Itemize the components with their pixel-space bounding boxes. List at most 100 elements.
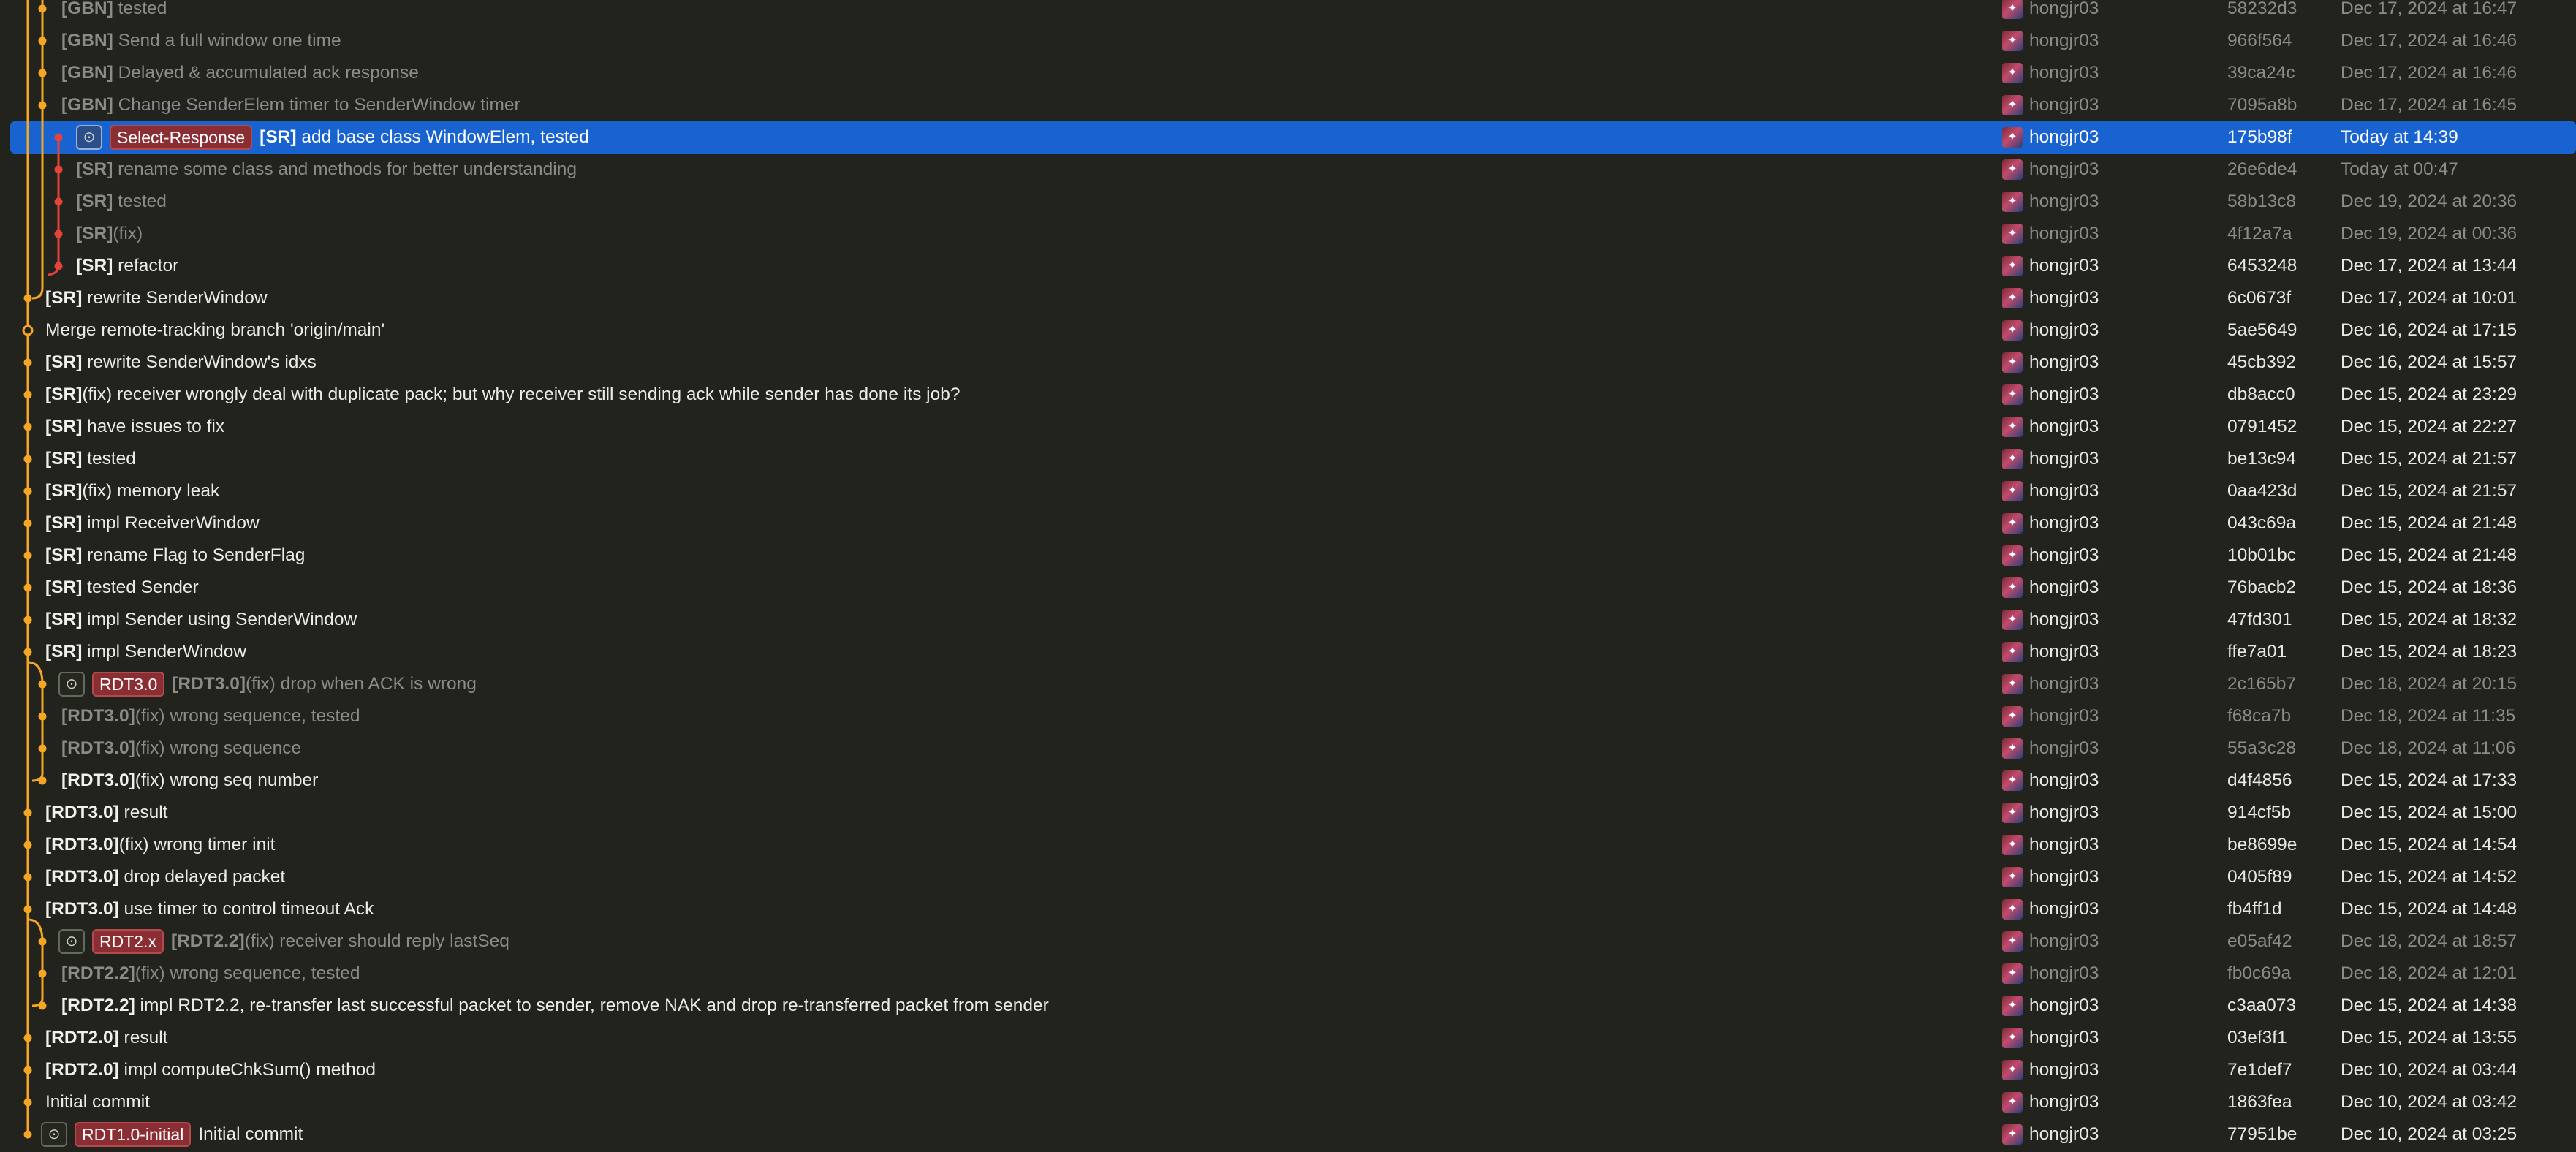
commit-hash[interactable]: 58232d3 bbox=[2227, 0, 2297, 25]
commit-hash[interactable]: 0aa423d bbox=[2227, 475, 2297, 507]
branch-label[interactable]: Select-Response bbox=[110, 125, 253, 150]
commit-hash[interactable]: ffe7a01 bbox=[2227, 636, 2287, 668]
commit-hash[interactable]: 03ef3f1 bbox=[2227, 1022, 2287, 1054]
commit-message-area: [RDT3.0](fix) wrong sequence, tested bbox=[61, 700, 360, 732]
commit-hash[interactable]: 10b01bc bbox=[2227, 539, 2296, 572]
commit-tag: [SR] bbox=[45, 417, 83, 436]
commit-date: Dec 18, 2024 at 11:06 bbox=[2341, 738, 2516, 758]
commit-tag: [SR] bbox=[76, 224, 113, 243]
commit-row[interactable]: [SR] impl ReceiverWindow ✦ hongjr03 043c69a… bbox=[0, 507, 2576, 539]
commit-hash[interactable]: 76bacb2 bbox=[2227, 572, 2296, 604]
commit-row[interactable]: [SR] tested ✦ hongjr03 58b13c8 Dec 19, 2024 … bbox=[0, 186, 2576, 218]
commit-row[interactable]: [SR] rename Flag to SenderFlag ✦ hongjr03 1… bbox=[0, 539, 2576, 572]
commit-hash[interactable]: 47fd301 bbox=[2227, 604, 2292, 636]
commit-row[interactable]: [RDT3.0](fix) wrong sequence ✦ hongjr03 55a… bbox=[0, 732, 2576, 765]
commit-hash[interactable]: e05af42 bbox=[2227, 925, 2292, 958]
commit-row[interactable]: [SR] rewrite SenderWindow ✦ hongjr03 6c0673… bbox=[0, 282, 2576, 314]
commit-text: [RDT2.2](fix) receiver should reply last… bbox=[171, 925, 509, 958]
commit-author: hongjr03 bbox=[2029, 449, 2099, 469]
commit-hash[interactable]: fb4ff1d bbox=[2227, 893, 2281, 925]
commit-date: Dec 17, 2024 at 13:44 bbox=[2341, 256, 2518, 276]
commit-hash[interactable]: 043c69a bbox=[2227, 507, 2296, 539]
commit-message: (fix) wrong sequence bbox=[135, 738, 302, 758]
commit-row[interactable]: [RDT2.0] result ✦ hongjr03 03ef3f1 Dec 15, 2… bbox=[0, 1022, 2576, 1054]
commit-hash[interactable]: 6c0673f bbox=[2227, 282, 2291, 314]
commit-row[interactable]: Initial commit ✦ hongjr03 1863fea Dec 10, 20… bbox=[0, 1086, 2576, 1118]
commit-row[interactable]: [RDT3.0](fix) wrong timer init ✦ hongjr03 b… bbox=[0, 829, 2576, 861]
commit-hash[interactable]: 45cb392 bbox=[2227, 346, 2296, 379]
github-icon[interactable]: ⊙ bbox=[76, 125, 102, 150]
commit-row[interactable]: [RDT3.0] use timer to control timeout Ac… bbox=[0, 893, 2576, 925]
commit-row[interactable]: [SR](fix) receiver wrongly deal with dup… bbox=[0, 379, 2576, 411]
commit-row[interactable]: [SR](fix) memory leak ✦ hongjr03 0aa423d Dec… bbox=[0, 475, 2576, 507]
commit-row[interactable]: [GBN] Send a full window one time ✦ hongjr… bbox=[0, 25, 2576, 57]
commit-hash[interactable]: 914cf5b bbox=[2227, 797, 2291, 829]
commit-hash[interactable]: 175b98f bbox=[2227, 121, 2292, 154]
commit-row[interactable]: Merge remote-tracking branch 'origin/mai… bbox=[0, 314, 2576, 346]
commit-hash[interactable]: 26e6de4 bbox=[2227, 154, 2297, 186]
commit-hash[interactable]: be8699e bbox=[2227, 829, 2297, 861]
commit-row[interactable]: [GBN] tested ✦ hongjr03 58232d3 Dec 17, 2024… bbox=[0, 0, 2576, 25]
commit-row[interactable]: [SR] refactor ✦ hongjr03 6453248 Dec 17, 202… bbox=[0, 250, 2576, 282]
commit-hash[interactable]: 2c165b7 bbox=[2227, 668, 2296, 700]
commit-row[interactable]: [RDT3.0](fix) wrong seq number ✦ hongjr03 d… bbox=[0, 765, 2576, 797]
commit-hash[interactable]: 1863fea bbox=[2227, 1086, 2292, 1118]
branch-label[interactable]: RDT1.0-initial bbox=[75, 1122, 192, 1147]
commit-message: rewrite SenderWindow bbox=[82, 288, 268, 308]
github-icon[interactable]: ⊙ bbox=[41, 1122, 67, 1147]
commit-row[interactable]: ⊙ Select-Response [SR] add base class Wind… bbox=[0, 121, 2576, 154]
commit-row[interactable]: [SR] tested ✦ hongjr03 be13c94 Dec 15, 2024 … bbox=[0, 443, 2576, 475]
author-avatar: ✦ bbox=[2002, 867, 2023, 887]
commit-row[interactable]: [RDT2.2](fix) wrong sequence, tested ✦ hon… bbox=[0, 958, 2576, 990]
commit-date: Dec 15, 2024 at 21:57 bbox=[2341, 481, 2518, 501]
commit-hash[interactable]: 5ae5649 bbox=[2227, 314, 2297, 346]
commit-row[interactable]: [SR] impl Sender using SenderWindow ✦ hong… bbox=[0, 604, 2576, 636]
commit-row[interactable]: [RDT3.0](fix) wrong sequence, tested ✦ hon… bbox=[0, 700, 2576, 732]
commit-text: [RDT2.2](fix) wrong sequence, tested bbox=[61, 958, 360, 990]
commit-hash[interactable]: db8acc0 bbox=[2227, 379, 2295, 411]
commit-hash[interactable]: 7095a8b bbox=[2227, 89, 2297, 121]
commit-author: hongjr03 bbox=[2029, 963, 2099, 983]
commit-row[interactable]: [RDT3.0] result ✦ hongjr03 914cf5b Dec 15, 2… bbox=[0, 797, 2576, 829]
commit-hash[interactable]: 39ca24c bbox=[2227, 57, 2295, 89]
github-icon[interactable]: ⊙ bbox=[58, 929, 85, 954]
commit-hash[interactable]: 7e1def7 bbox=[2227, 1054, 2292, 1086]
commit-row[interactable]: [SR] impl SenderWindow ✦ hongjr03 ffe7a01 De… bbox=[0, 636, 2576, 668]
commit-hash[interactable]: 6453248 bbox=[2227, 250, 2297, 282]
commit-text: [RDT3.0] use timer to control timeout Ac… bbox=[45, 893, 374, 925]
commit-hash[interactable]: 55a3c28 bbox=[2227, 732, 2296, 765]
commit-hash[interactable]: 4f12a7a bbox=[2227, 218, 2292, 250]
commit-message: Change SenderElem timer to SenderWindow … bbox=[113, 95, 520, 115]
author-avatar: ✦ bbox=[2002, 1060, 2023, 1080]
commit-row[interactable]: [RDT3.0] drop delayed packet ✦ hongjr03 040… bbox=[0, 861, 2576, 893]
commit-row[interactable]: ⊙ RDT1.0-initial Initial commit ✦ hongjr03 77… bbox=[0, 1118, 2576, 1151]
commit-row[interactable]: [GBN] Delayed & accumulated ack response… bbox=[0, 57, 2576, 89]
commit-row[interactable]: [GBN] Change SenderElem timer to SenderW… bbox=[0, 89, 2576, 121]
commit-row[interactable]: [SR] tested Sender ✦ hongjr03 76bacb2 Dec 15… bbox=[0, 572, 2576, 604]
commit-hash[interactable]: be13c94 bbox=[2227, 443, 2296, 475]
commit-row[interactable]: [SR] rewrite SenderWindow's idxs ✦ hongjr0… bbox=[0, 346, 2576, 379]
commit-row[interactable]: ⊙ RDT3.0 [RDT3.0](fix) drop when ACK is wr… bbox=[0, 668, 2576, 700]
commit-row[interactable]: [SR] rename some class and methods for b… bbox=[0, 154, 2576, 186]
branch-label[interactable]: RDT2.x bbox=[92, 929, 164, 954]
commit-hash[interactable]: d4f4856 bbox=[2227, 765, 2292, 797]
github-icon[interactable]: ⊙ bbox=[58, 672, 85, 697]
commit-hash[interactable]: fb0c69a bbox=[2227, 958, 2291, 990]
commit-date: Today at 14:39 bbox=[2341, 127, 2458, 147]
author-avatar: ✦ bbox=[2002, 256, 2023, 276]
commit-hash[interactable]: 77951be bbox=[2227, 1118, 2297, 1151]
commit-tag: [RDT2.2] bbox=[170, 931, 245, 951]
commit-hash[interactable]: 0405f89 bbox=[2227, 861, 2292, 893]
commit-hash[interactable]: 966f564 bbox=[2227, 25, 2292, 57]
author-avatar: ✦ bbox=[2002, 95, 2023, 115]
commit-row[interactable]: [SR] have issues to fix ✦ hongjr03 0791452 D… bbox=[0, 411, 2576, 443]
commit-row[interactable]: [RDT2.2] impl RDT2.2, re-transfer last s… bbox=[0, 990, 2576, 1022]
commit-row[interactable]: ⊙ RDT2.x [RDT2.2](fix) receiver should rep… bbox=[0, 925, 2576, 958]
commit-hash[interactable]: 58b13c8 bbox=[2227, 186, 2296, 218]
commit-hash[interactable]: c3aa073 bbox=[2227, 990, 2296, 1022]
commit-hash[interactable]: 0791452 bbox=[2227, 411, 2297, 443]
commit-row[interactable]: [RDT2.0] impl computeChkSum() method ✦ hon… bbox=[0, 1054, 2576, 1086]
branch-label[interactable]: RDT3.0 bbox=[92, 672, 165, 697]
commit-hash[interactable]: f68ca7b bbox=[2227, 700, 2291, 732]
commit-row[interactable]: [SR](fix) ✦ hongjr03 4f12a7a Dec 19, 2024 at… bbox=[0, 218, 2576, 250]
